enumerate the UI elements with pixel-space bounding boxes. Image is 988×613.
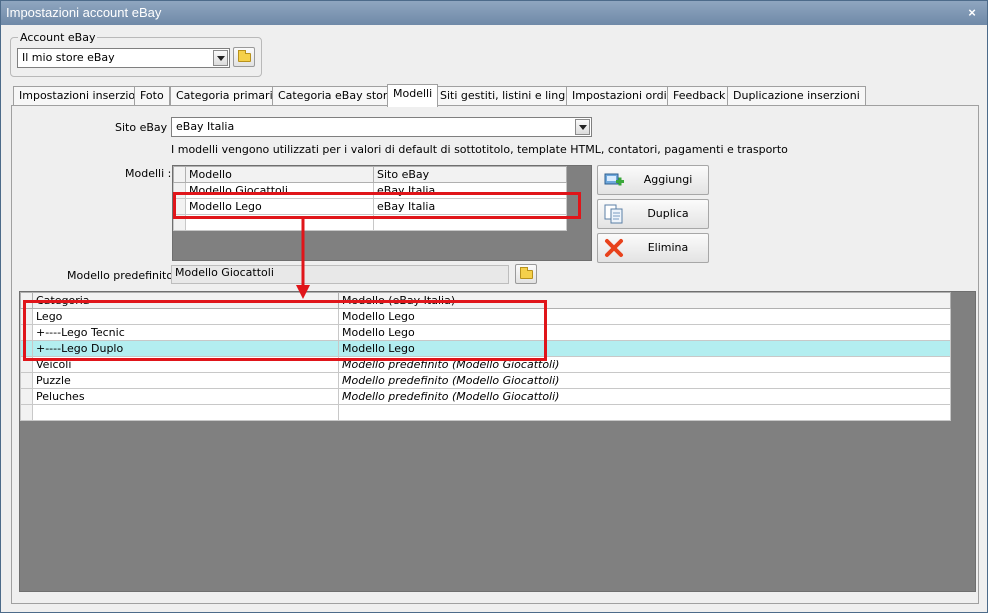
tab-foto[interactable]: Foto (134, 86, 170, 106)
tab-modelli[interactable]: Modelli (387, 84, 439, 107)
delete-button[interactable]: Elimina (597, 233, 709, 263)
row-indicator (20, 324, 33, 341)
table-row-selected[interactable]: +----Lego Duplo Modello Lego (20, 340, 951, 357)
account-folder-button[interactable] (233, 47, 255, 67)
default-model-value: Modello Giocattoli (175, 266, 274, 279)
table-row[interactable]: +----Lego Tecnic Modello Lego (20, 324, 951, 341)
account-group-legend: Account eBay (18, 31, 98, 44)
category-model-cell[interactable]: Modello predefinito (Modello Giocattoli) (338, 388, 951, 405)
row-indicator (20, 372, 33, 389)
duplicate-button[interactable]: Duplica (597, 199, 709, 229)
close-icon[interactable]: × (965, 1, 979, 25)
models-grid[interactable]: Modello Sito eBay Modello Giocattoli eBa… (172, 165, 592, 261)
row-indicator-header (20, 292, 33, 309)
account-select-value: Il mio store eBay (22, 51, 115, 64)
model-site-cell[interactable]: eBay Italia (373, 198, 567, 215)
chevron-down-icon[interactable] (213, 50, 228, 66)
title-bar: Impostazioni account eBay × (1, 1, 987, 25)
category-model-cell[interactable]: Modello Lego (338, 308, 951, 325)
folder-icon (520, 267, 533, 279)
duplicate-button-label: Duplica (647, 207, 689, 220)
tab-duplicazione-inserzioni[interactable]: Duplicazione inserzioni (727, 86, 866, 106)
row-indicator (173, 214, 186, 231)
category-cell[interactable]: Puzzle (32, 372, 339, 389)
delete-button-label: Elimina (647, 241, 689, 254)
column-header-modello[interactable]: Modello (185, 166, 374, 183)
model-name-cell[interactable]: Modello Giocattoli (185, 182, 374, 199)
window-title: Impostazioni account eBay (6, 5, 162, 20)
table-row[interactable]: Modello Giocattoli eBay Italia (173, 182, 567, 199)
chevron-down-icon[interactable] (575, 119, 590, 135)
category-model-cell[interactable]: Modello predefinito (Modello Giocattoli) (338, 356, 951, 373)
table-row[interactable]: Peluches Modello predefinito (Modello Gi… (20, 388, 951, 405)
row-indicator (20, 308, 33, 325)
tab-categoria-ebay-store[interactable]: Categoria eBay store (272, 86, 400, 106)
empty-cell[interactable] (32, 404, 339, 421)
folder-icon (238, 50, 251, 62)
delete-x-icon (605, 239, 623, 257)
category-cell[interactable]: Lego (32, 308, 339, 325)
row-indicator (20, 356, 33, 373)
column-header-sito-ebay[interactable]: Sito eBay (373, 166, 567, 183)
category-cell[interactable]: Peluches (32, 388, 339, 405)
settings-window: Impostazioni account eBay × Account eBay… (0, 0, 988, 613)
row-indicator (173, 198, 186, 215)
model-site-cell[interactable]: eBay Italia (373, 182, 567, 199)
category-model-cell[interactable]: Modello Lego (338, 340, 951, 357)
empty-cell[interactable] (185, 214, 374, 231)
categories-grid[interactable]: Categoria Modello (eBay Italia) Lego Mod… (19, 291, 976, 592)
category-model-cell[interactable]: Modello Lego (338, 324, 951, 341)
table-row[interactable]: Lego Modello Lego (20, 308, 951, 325)
tab-categoria-primaria[interactable]: Categoria primaria (170, 86, 286, 106)
tab-impostazioni-inserzioni[interactable]: Impostazioni inserzioni (13, 86, 152, 106)
table-row[interactable]: Veicoli Modello predefinito (Modello Gio… (20, 356, 951, 373)
site-select-value: eBay Italia (176, 120, 235, 133)
model-name-cell[interactable]: Modello Lego (185, 198, 374, 215)
models-label: Modelli : (125, 167, 172, 180)
row-indicator (20, 388, 33, 405)
empty-cell[interactable] (373, 214, 567, 231)
models-info-text: I modelli vengono utilizzati per i valor… (171, 143, 788, 156)
table-row[interactable]: Modello Lego eBay Italia (173, 198, 567, 215)
tab-feedback[interactable]: Feedback (667, 86, 732, 106)
category-cell[interactable]: +----Lego Tecnic (32, 324, 339, 341)
add-button-label: Aggiungi (643, 173, 693, 186)
default-model-folder-button[interactable] (515, 264, 537, 284)
site-label: Sito eBay : (115, 121, 175, 134)
default-model-field: Modello Giocattoli (171, 265, 509, 284)
category-model-cell[interactable]: Modello predefinito (Modello Giocattoli) (338, 372, 951, 389)
site-select[interactable]: eBay Italia (171, 117, 592, 137)
row-indicator (20, 340, 33, 357)
category-cell[interactable]: Veicoli (32, 356, 339, 373)
account-select[interactable]: Il mio store eBay (17, 48, 230, 68)
column-header-categoria[interactable]: Categoria (32, 292, 339, 309)
table-row[interactable]: Puzzle Modello predefinito (Modello Gioc… (20, 372, 951, 389)
empty-cell[interactable] (338, 404, 951, 421)
add-model-icon (604, 173, 624, 186)
add-button[interactable]: Aggiungi (597, 165, 709, 195)
tab-impostazioni-ordini[interactable]: Impostazioni ordini (566, 86, 683, 106)
table-row-empty[interactable] (173, 214, 567, 231)
row-indicator-header (173, 166, 186, 183)
tab-siti-gestiti[interactable]: Siti gestiti, listini e lingue (434, 86, 585, 106)
row-indicator (173, 182, 186, 199)
category-cell[interactable]: +----Lego Duplo (32, 340, 339, 357)
column-header-modello-ebay-italia[interactable]: Modello (eBay Italia) (338, 292, 951, 309)
default-model-label: Modello predefinito : (67, 269, 181, 282)
duplicate-icon (604, 204, 623, 224)
row-indicator (20, 404, 33, 421)
table-row-empty[interactable] (20, 404, 951, 421)
